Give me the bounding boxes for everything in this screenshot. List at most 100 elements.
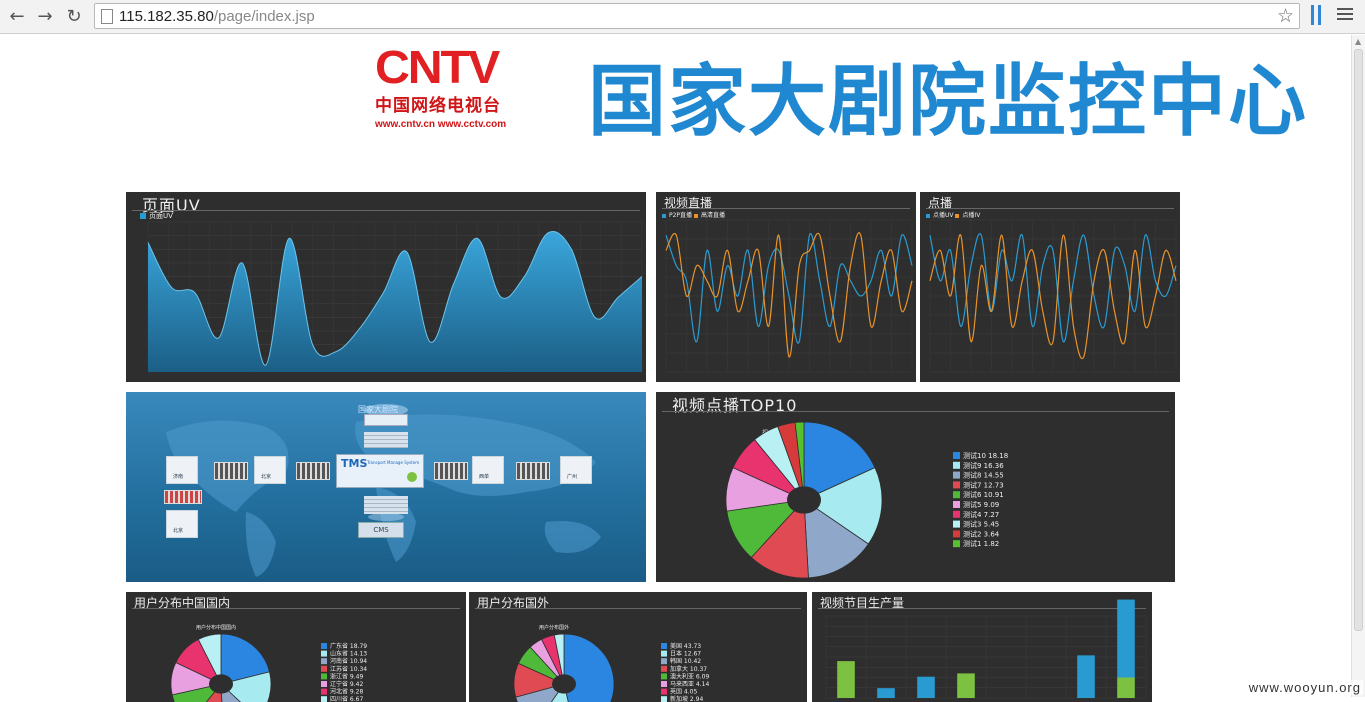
legend-label: 测试1 1.82 xyxy=(963,539,999,548)
domestic-pie-chart: 广东省 18.79山东省 14.13河南省 10.94江苏省 10.34浙江省 … xyxy=(126,592,466,702)
tms-box: TMS Transport Manage System xyxy=(336,454,424,488)
rack-icon xyxy=(516,462,550,480)
pie-hole xyxy=(209,674,233,693)
node-guangzhou: 广州 xyxy=(560,456,592,484)
cntv-logo: CNTV 中国网络电视台 www.cntv.cn www.cctv.com xyxy=(375,45,515,125)
forward-arrow-icon[interactable]: → xyxy=(34,6,56,28)
legend-swatch xyxy=(953,472,960,479)
legend-label: 马来西亚 4.14 xyxy=(670,680,709,688)
abroad-pie-chart: 美国 43.73日本 12.67韩国 10.42加拿大 10.37澳大利亚 6.… xyxy=(469,592,807,702)
live-line-chart xyxy=(656,192,916,382)
legend-label: 四川省 6.67 xyxy=(330,695,363,702)
abroad-panel: 用户分布国外 用户分布国外 美国 43.73日本 12.67韩国 10.42加拿… xyxy=(469,592,807,702)
legend-swatch xyxy=(953,481,960,488)
vod-line-chart xyxy=(920,192,1180,382)
legend-swatch xyxy=(661,651,667,657)
legend-swatch xyxy=(661,666,667,672)
url-host: 115.182.35.80 xyxy=(119,8,214,25)
legend-swatch xyxy=(661,673,667,679)
legend-swatch xyxy=(321,643,327,649)
rack-icon xyxy=(164,490,202,504)
domestic-panel: 用户分布中国国内 用户分布中国国内 广东省 18.79山东省 14.13河南省 … xyxy=(126,592,466,702)
pie-hole xyxy=(552,674,576,693)
production-panel: 视频节目生产量 xyxy=(812,592,1152,702)
bar xyxy=(1117,600,1135,678)
logo-cn-text: 中国网络电视台 xyxy=(375,91,515,116)
node-xidan: 西单 xyxy=(472,456,504,484)
legend-label: 测试4 7.27 xyxy=(963,510,999,519)
bar xyxy=(917,677,935,698)
extension-icon[interactable] xyxy=(1310,5,1324,27)
legend-label: 测试5 9.09 xyxy=(963,500,999,509)
pie-slice xyxy=(564,634,614,702)
legend-label: 测试8 14.55 xyxy=(963,471,1004,480)
legend-swatch xyxy=(661,696,667,702)
legend-swatch xyxy=(321,651,327,657)
legend-label: 测试2 3.64 xyxy=(963,529,1000,538)
browser-toolbar: ← → ↻ 115.182.35.80/page/index.jsp ☆ xyxy=(0,0,1365,34)
legend-label: 测试6 10.91 xyxy=(963,490,1004,499)
server-stack-bottom xyxy=(364,496,408,514)
server-stack-top xyxy=(364,414,408,426)
bar xyxy=(957,673,975,698)
server-stack xyxy=(364,432,408,448)
bar xyxy=(1077,655,1095,698)
rack-icon xyxy=(214,462,248,480)
tms-label: TMS xyxy=(341,457,367,470)
url-text[interactable]: 115.182.35.80/page/index.jsp xyxy=(119,8,315,25)
legend-label: 测试9 16.36 xyxy=(963,461,1004,470)
production-bar-chart xyxy=(812,592,1152,702)
legend-swatch xyxy=(321,673,327,679)
legend-swatch xyxy=(661,689,667,695)
vertical-scrollbar[interactable]: ▲ xyxy=(1351,35,1365,697)
legend-swatch xyxy=(321,658,327,664)
legend-swatch xyxy=(953,521,960,528)
watermark: www.wooyun.org xyxy=(1247,680,1363,695)
legend-label: 辽宁省 9.42 xyxy=(330,680,363,688)
node-jinan: 济南 xyxy=(166,456,198,484)
legend-swatch xyxy=(953,491,960,498)
uv-panel: 页面UV 页面UV xyxy=(126,192,646,382)
menu-icon[interactable] xyxy=(1337,8,1353,22)
cms-box: CMS xyxy=(358,522,404,538)
legend-swatch xyxy=(321,689,327,695)
node-beijing: 北京 xyxy=(254,456,286,484)
legend-swatch xyxy=(953,462,960,469)
legend-label: 山东省 14.13 xyxy=(330,650,367,658)
address-bar[interactable]: 115.182.35.80/page/index.jsp ☆ xyxy=(94,3,1300,29)
live-panel: 视频直播 P2P直播 高清直播 xyxy=(656,192,916,382)
scroll-thumb[interactable] xyxy=(1354,49,1363,631)
bookmark-star-icon[interactable]: ☆ xyxy=(1277,5,1294,27)
scroll-up-icon[interactable]: ▲ xyxy=(1355,37,1361,46)
top10-panel: 视频点播TOP10 视频点播TOP10 测试10 18.18测试9 16.36测… xyxy=(656,392,1175,582)
legend-swatch xyxy=(661,681,667,687)
legend-label: 河南省 10.94 xyxy=(330,657,367,665)
rack-icon xyxy=(296,462,330,480)
legend-label: 加拿大 10.37 xyxy=(670,665,707,673)
tms-sub: Transport Manage System xyxy=(367,460,419,465)
back-arrow-icon[interactable]: ← xyxy=(6,6,28,28)
legend-label: 测试10 18.18 xyxy=(963,451,1008,460)
node-beijing-2: 北京 xyxy=(166,510,198,538)
legend-label: 美国 43.73 xyxy=(670,642,701,650)
rack-icon xyxy=(434,462,468,480)
legend-label: 江苏省 10.34 xyxy=(330,665,367,673)
legend-swatch xyxy=(953,540,960,547)
legend-swatch xyxy=(953,501,960,508)
legend-label: 澳大利亚 6.09 xyxy=(670,672,709,680)
logo-url-text: www.cntv.cn www.cctv.com xyxy=(375,119,515,130)
legend-label: 测试3 5.45 xyxy=(963,520,999,529)
url-path: /page/index.jsp xyxy=(214,8,315,25)
logo-brand: CNTV xyxy=(375,45,522,89)
legend-swatch xyxy=(953,452,960,459)
bar xyxy=(1117,678,1135,699)
legend-swatch xyxy=(953,511,960,518)
legend-label: 测试7 12.73 xyxy=(963,480,1004,489)
reload-icon[interactable]: ↻ xyxy=(63,6,85,28)
topology-map-panel: 国家大剧院 TMS Transport Manage System CMS 济南… xyxy=(126,392,646,582)
bar xyxy=(837,661,855,698)
legend-swatch xyxy=(661,643,667,649)
legend-label: 浙江省 9.49 xyxy=(330,672,363,680)
pie-hole xyxy=(787,486,821,513)
legend-swatch xyxy=(321,681,327,687)
